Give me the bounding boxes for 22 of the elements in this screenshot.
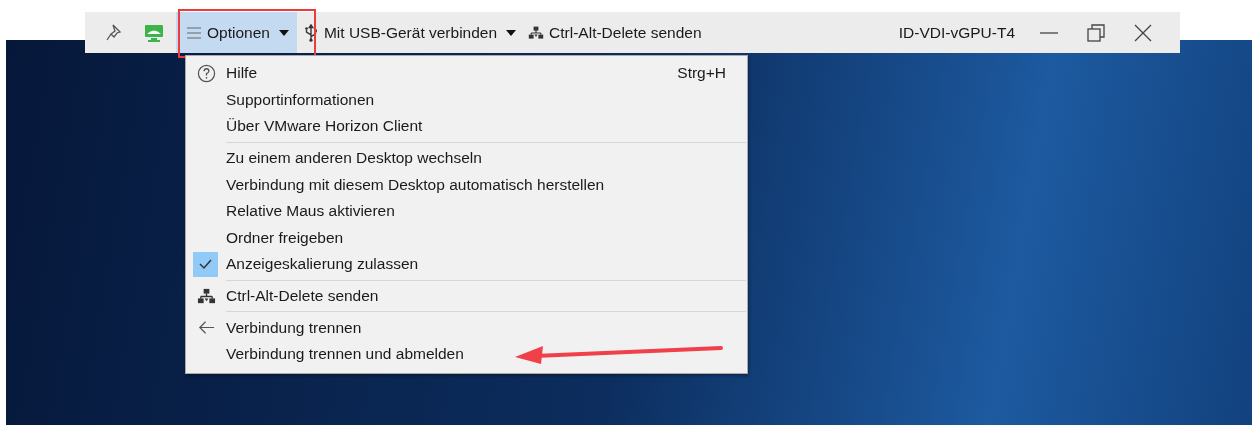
monitor-icon[interactable]	[143, 22, 165, 43]
menu-item[interactable]: Verbindung trennen	[186, 314, 747, 341]
window-title: ID-VDI-vGPU-T4	[898, 23, 1015, 42]
menu-item[interactable]: Verbindung mit diesem Desktop automatisch herstellen	[186, 171, 747, 198]
help-icon	[196, 63, 216, 83]
menu-item[interactable]: Ctrl-Alt-Delete senden	[186, 282, 747, 310]
menu-item[interactable]: Relative Maus aktivieren	[186, 197, 747, 225]
menu-item[interactable]: Zu einem anderen Desktop wechseln	[186, 144, 747, 172]
menu-item[interactable]: Supportinformationen	[186, 86, 747, 114]
menu-item[interactable]: Hilfe Strg+H	[186, 60, 747, 87]
usb-icon	[302, 23, 319, 42]
menu-item[interactable]: Anzeigeskalierung zulassen	[186, 251, 747, 278]
toolbar-button[interactable]: Ctrl-Alt-Delete senden	[522, 12, 708, 53]
shortcut-text: Strg+H	[677, 64, 726, 83]
network-icon	[196, 286, 216, 306]
toolbar-button[interactable]: Mit USB-Gerät verbinden	[296, 12, 523, 53]
toolbar-button[interactable]: Optionen	[176, 12, 297, 53]
menu-item[interactable]: Ordner freigeben	[186, 224, 747, 252]
menu-item[interactable]: Verbindung trennen und abmelden	[186, 340, 747, 368]
close-icon[interactable]	[1133, 22, 1153, 43]
menu-item[interactable]: Über VMware Horizon Client	[186, 113, 747, 140]
restore-icon[interactable]	[1086, 22, 1106, 43]
